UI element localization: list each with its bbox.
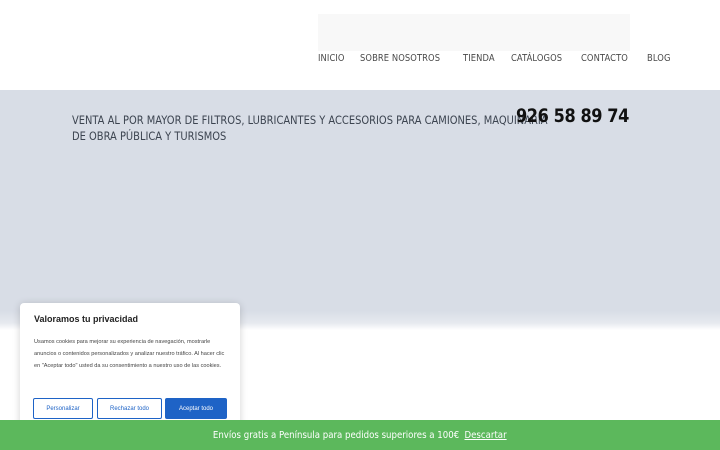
header-search-area[interactable] [318, 14, 630, 51]
store-notice-text: Envíos gratis a Península para pedidos s… [213, 429, 460, 441]
tagline-line-1: VENTA AL POR MAYOR DE FILTROS, LUBRICANT… [72, 113, 548, 127]
reject-all-button[interactable]: Rechazar todo [97, 398, 162, 419]
nav-item-blog[interactable]: BLOG [647, 53, 671, 65]
nav-item-tienda[interactable]: TIENDA [463, 53, 495, 65]
nav-item-catalogos[interactable]: CATÁLOGOS [511, 53, 562, 65]
nav-item-contacto[interactable]: CONTACTO [581, 53, 628, 65]
nav-item-inicio[interactable]: INICIO [318, 53, 345, 65]
nav-item-sobre-nosotros[interactable]: SOBRE NOSOTROS [360, 53, 440, 65]
cookie-description: Usamos cookies para mejorar su experienc… [34, 339, 225, 369]
store-notice-bar: Envíos gratis a Península para pedidos s… [0, 420, 720, 450]
cookie-consent-banner: Valoramos tu privacidad Usamos cookies p… [20, 303, 240, 429]
cookie-title: Valoramos tu privacidad [34, 314, 139, 324]
phone-number[interactable]: 926 58 89 74 [516, 105, 629, 127]
main-nav: INICIO SOBRE NOSOTROS TIENDA CATÁLOGOS C… [318, 53, 686, 65]
hero-tagline: VENTA AL POR MAYOR DE FILTROS, LUBRICANT… [72, 112, 548, 144]
store-notice-content: Envíos gratis a Península para pedidos s… [213, 430, 507, 441]
tagline-line-2: DE OBRA PÚBLICA Y TURISMOS [72, 129, 227, 143]
site-header: INICIO SOBRE NOSOTROS TIENDA CATÁLOGOS C… [0, 0, 720, 90]
accept-all-button[interactable]: Aceptar todo [165, 398, 227, 419]
customize-button[interactable]: Personalizar [33, 398, 93, 419]
dismiss-link[interactable]: Descartar [465, 430, 507, 441]
